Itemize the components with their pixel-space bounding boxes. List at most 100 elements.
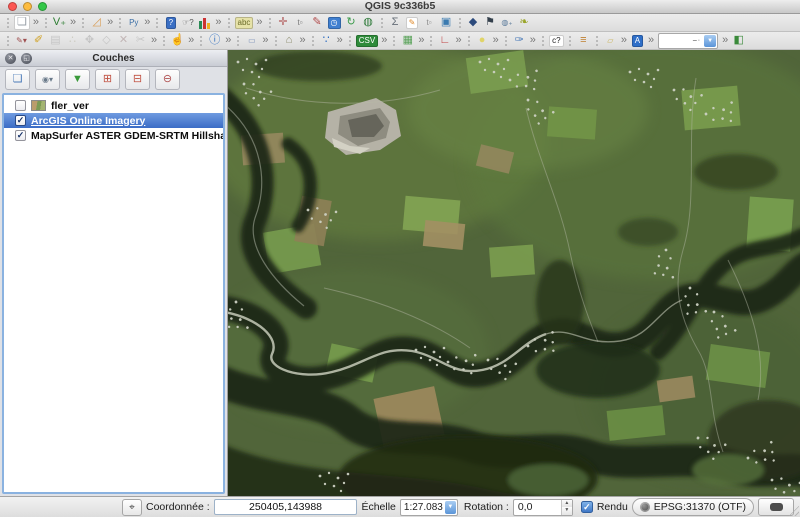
overflow-chevron-icon[interactable]: » [493, 33, 499, 48]
overflow-chevron-icon[interactable]: » [300, 33, 306, 48]
map-canvas[interactable] [228, 50, 800, 496]
toolbar-drag-handle[interactable] [503, 35, 508, 46]
statistics-button[interactable] [197, 15, 212, 30]
field-calculator-button[interactable]: ✎ [405, 15, 420, 30]
overflow-chevron-icon[interactable]: » [215, 15, 221, 30]
text-annotation-button[interactable]: abc [234, 15, 254, 30]
overflow-chevron-icon[interactable]: » [418, 33, 424, 48]
remove-layer-button[interactable]: ⊖ [155, 69, 180, 90]
expand-all-button[interactable]: ⊞ [95, 69, 120, 90]
python-console-button[interactable]: Py [126, 15, 141, 30]
toolbar-drag-handle[interactable] [236, 35, 241, 46]
toolbar-drag-handle[interactable] [567, 35, 572, 46]
overflow-chevron-icon[interactable]: » [262, 33, 268, 48]
toolbar-drag-handle[interactable] [162, 35, 167, 46]
add-raster-layer-button[interactable]: ▦ [400, 33, 415, 48]
topology-checker-button[interactable]: ✎ [310, 15, 325, 30]
toolbar-drag-handle[interactable] [81, 17, 86, 28]
overflow-chevron-icon[interactable]: » [455, 33, 461, 48]
toolbar-drag-handle[interactable] [594, 35, 599, 46]
overflow-chevron-icon[interactable]: » [648, 33, 654, 48]
coordinate-input[interactable] [213, 499, 358, 515]
layer-tag-button[interactable]: t▫ [422, 15, 437, 30]
layer-order-button[interactable]: ≡ [576, 33, 591, 48]
refresh-layers-button[interactable]: ↻ [344, 15, 359, 30]
layer-row-mapsurfer-aster-gdem-srtm-hillshade[interactable]: ✓ MapSurfer ASTER GDEM-SRTM Hillshade [4, 128, 223, 143]
sum-statistics-button[interactable]: Σ [388, 15, 403, 30]
collapse-all-button[interactable]: ⊟ [125, 69, 150, 90]
coordinate-display-toggle-button[interactable]: ⌖ [122, 498, 142, 516]
flag-plugin-button[interactable]: ⚑ [483, 15, 498, 30]
crs-status-button[interactable]: EPSG:31370 (OTF) [631, 498, 754, 516]
delete-selected-button[interactable]: ✕ [116, 33, 131, 48]
overflow-chevron-icon[interactable]: » [70, 15, 76, 30]
chevron-down-icon[interactable]: ▼ [444, 500, 456, 514]
toggle-editing-button[interactable]: ✎▾ [14, 33, 29, 48]
layer-checkbox[interactable]: ✓ [15, 130, 26, 141]
pan-map-button[interactable]: ☝ [170, 33, 185, 48]
cut-features-button[interactable]: ✂ [133, 33, 148, 48]
minimize-window-button[interactable] [23, 2, 32, 11]
add-delimited-text-button[interactable]: CSV [355, 33, 379, 48]
titlebar[interactable]: QGIS 9c336b5 [0, 0, 800, 14]
new-vector-layer-button[interactable]: V₊ [52, 15, 67, 30]
gps-tools-button[interactable]: ∵ [319, 33, 334, 48]
overflow-chevron-icon[interactable]: » [151, 33, 157, 48]
scale-combo[interactable]: 1:27.083 ▼ [399, 498, 458, 516]
overflow-chevron-icon[interactable]: » [107, 15, 113, 30]
spin-up-icon[interactable]: ▲ [561, 499, 572, 507]
globe-plugin-button[interactable]: ◍ [361, 15, 376, 30]
toolbar-drag-handle[interactable] [466, 35, 471, 46]
style-brush-button[interactable]: ✑ [512, 33, 527, 48]
toolbar-drag-handle[interactable] [267, 17, 272, 28]
toolbar-drag-handle[interactable] [310, 35, 315, 46]
toolbar-drag-handle[interactable] [6, 35, 10, 46]
toolbar-drag-handle[interactable] [44, 17, 48, 28]
leaf-plugin-button[interactable]: ❧ [517, 15, 532, 30]
new-shapefile-button[interactable]: ⌂ [282, 33, 297, 48]
overflow-chevron-icon[interactable]: » [337, 33, 343, 48]
layer-visibility-button[interactable]: ◉▾ [35, 69, 60, 90]
toolbar-drag-handle[interactable] [273, 35, 278, 46]
shield-plugin-button[interactable]: ◆ [466, 15, 481, 30]
identify-features-button[interactable]: ⓘ [207, 33, 222, 48]
spin-down-icon[interactable]: ▼ [561, 507, 572, 515]
overflow-chevron-icon[interactable]: » [530, 33, 536, 48]
offline-editing-button[interactable]: t▫ [293, 15, 308, 30]
print-composer-button[interactable]: ◿ [89, 15, 104, 30]
toolbar-drag-handle[interactable] [155, 17, 160, 28]
context-help-button[interactable]: c? [549, 33, 564, 48]
draw-annotation-button[interactable]: ✐ [31, 33, 46, 48]
toolbar-drag-handle[interactable] [118, 17, 123, 28]
toolbar-drag-handle[interactable] [540, 35, 545, 46]
overflow-chevron-icon[interactable]: » [144, 15, 150, 30]
save-edits-button[interactable]: ▤ [48, 33, 63, 48]
render-checkbox[interactable]: ✓ [580, 501, 593, 513]
toolbar-drag-handle[interactable] [199, 35, 204, 46]
db-manager-button[interactable]: ▣ [439, 15, 454, 30]
overflow-chevron-icon[interactable]: » [381, 33, 387, 48]
overflow-chevron-icon[interactable]: » [621, 33, 627, 48]
labeling-button[interactable]: A [630, 33, 645, 48]
toolbar-drag-handle[interactable] [392, 35, 397, 46]
filter-legend-button[interactable]: ▼ [65, 69, 90, 90]
move-feature-button[interactable]: ✥ [82, 33, 97, 48]
overflow-chevron-icon[interactable]: » [256, 15, 262, 30]
layer-checkbox[interactable] [15, 100, 26, 111]
zoom-window-button[interactable] [38, 2, 47, 11]
layers-panel-header[interactable]: ✕ ◱ Couches [0, 50, 227, 67]
close-panel-button[interactable]: ✕ [5, 52, 16, 64]
toolbar-scale-combo[interactable]: –· ▼ [658, 32, 719, 49]
capture-point-button[interactable]: ∴ [65, 33, 80, 48]
toolbar-drag-handle[interactable] [457, 17, 462, 28]
map-tips-button[interactable]: ▭ [244, 33, 259, 48]
overview-button[interactable]: ▱ [603, 33, 618, 48]
chevron-down-icon[interactable]: ▼ [704, 34, 717, 47]
layer-row-fler-ver[interactable]: fler_ver [4, 98, 223, 113]
zoom-to-coordinate-button[interactable]: ✛ [276, 15, 291, 30]
messages-button[interactable] [758, 498, 794, 516]
toolbar-drag-handle[interactable] [226, 17, 231, 28]
overflow-chevron-icon[interactable]: » [722, 33, 728, 48]
plugin-manager-button[interactable]: ◧ [731, 33, 746, 48]
new-project-button[interactable]: ❏ [14, 15, 30, 30]
